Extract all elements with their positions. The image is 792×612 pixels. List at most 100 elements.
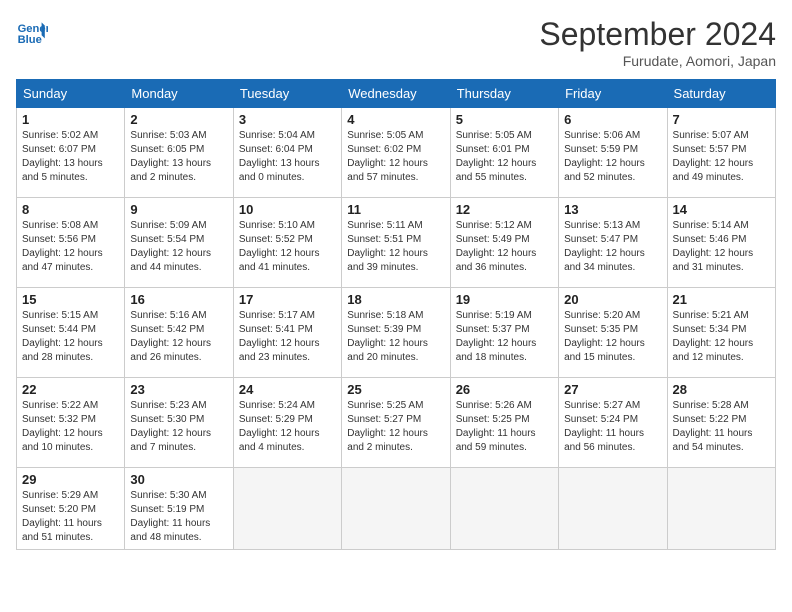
day-detail: Sunrise: 5:10 AM Sunset: 5:52 PM Dayligh… — [239, 219, 336, 275]
calendar-cell — [450, 468, 558, 550]
day-number: 19 — [456, 292, 553, 307]
calendar-cell: 14 Sunrise: 5:14 AM Sunset: 5:46 PM Dayl… — [667, 198, 775, 288]
day-number: 9 — [130, 202, 227, 217]
day-number: 3 — [239, 112, 336, 127]
calendar-header: SundayMondayTuesdayWednesdayThursdayFrid… — [17, 80, 776, 108]
calendar-cell: 15 Sunrise: 5:15 AM Sunset: 5:44 PM Dayl… — [17, 288, 125, 378]
weekday-header-tuesday: Tuesday — [233, 80, 341, 108]
calendar-week-3: 22 Sunrise: 5:22 AM Sunset: 5:32 PM Dayl… — [17, 378, 776, 468]
day-detail: Sunrise: 5:26 AM Sunset: 5:25 PM Dayligh… — [456, 399, 553, 455]
calendar-body: 1 Sunrise: 5:02 AM Sunset: 6:07 PM Dayli… — [17, 108, 776, 550]
day-detail: Sunrise: 5:05 AM Sunset: 6:01 PM Dayligh… — [456, 129, 553, 185]
calendar-cell: 29 Sunrise: 5:29 AM Sunset: 5:20 PM Dayl… — [17, 468, 125, 550]
calendar-cell: 6 Sunrise: 5:06 AM Sunset: 5:59 PM Dayli… — [559, 108, 667, 198]
weekday-header-saturday: Saturday — [667, 80, 775, 108]
day-detail: Sunrise: 5:08 AM Sunset: 5:56 PM Dayligh… — [22, 219, 119, 275]
day-detail: Sunrise: 5:28 AM Sunset: 5:22 PM Dayligh… — [673, 399, 770, 455]
logo: General Blue — [16, 16, 48, 48]
calendar-cell: 4 Sunrise: 5:05 AM Sunset: 6:02 PM Dayli… — [342, 108, 450, 198]
day-number: 7 — [673, 112, 770, 127]
calendar-cell: 1 Sunrise: 5:02 AM Sunset: 6:07 PM Dayli… — [17, 108, 125, 198]
calendar-cell: 5 Sunrise: 5:05 AM Sunset: 6:01 PM Dayli… — [450, 108, 558, 198]
day-number: 10 — [239, 202, 336, 217]
calendar-cell — [233, 468, 341, 550]
calendar-week-4: 29 Sunrise: 5:29 AM Sunset: 5:20 PM Dayl… — [17, 468, 776, 550]
day-detail: Sunrise: 5:04 AM Sunset: 6:04 PM Dayligh… — [239, 129, 336, 185]
day-detail: Sunrise: 5:09 AM Sunset: 5:54 PM Dayligh… — [130, 219, 227, 275]
day-number: 11 — [347, 202, 444, 217]
day-detail: Sunrise: 5:22 AM Sunset: 5:32 PM Dayligh… — [22, 399, 119, 455]
calendar-week-2: 15 Sunrise: 5:15 AM Sunset: 5:44 PM Dayl… — [17, 288, 776, 378]
day-detail: Sunrise: 5:14 AM Sunset: 5:46 PM Dayligh… — [673, 219, 770, 275]
weekday-header-friday: Friday — [559, 80, 667, 108]
day-detail: Sunrise: 5:07 AM Sunset: 5:57 PM Dayligh… — [673, 129, 770, 185]
calendar-cell: 25 Sunrise: 5:25 AM Sunset: 5:27 PM Dayl… — [342, 378, 450, 468]
day-number: 17 — [239, 292, 336, 307]
calendar-cell: 13 Sunrise: 5:13 AM Sunset: 5:47 PM Dayl… — [559, 198, 667, 288]
day-detail: Sunrise: 5:13 AM Sunset: 5:47 PM Dayligh… — [564, 219, 661, 275]
day-detail: Sunrise: 5:29 AM Sunset: 5:20 PM Dayligh… — [22, 489, 119, 545]
calendar-cell: 23 Sunrise: 5:23 AM Sunset: 5:30 PM Dayl… — [125, 378, 233, 468]
calendar-table: SundayMondayTuesdayWednesdayThursdayFrid… — [16, 79, 776, 550]
day-number: 5 — [456, 112, 553, 127]
day-detail: Sunrise: 5:02 AM Sunset: 6:07 PM Dayligh… — [22, 129, 119, 185]
day-number: 28 — [673, 382, 770, 397]
day-detail: Sunrise: 5:24 AM Sunset: 5:29 PM Dayligh… — [239, 399, 336, 455]
day-number: 27 — [564, 382, 661, 397]
day-number: 14 — [673, 202, 770, 217]
calendar-cell: 16 Sunrise: 5:16 AM Sunset: 5:42 PM Dayl… — [125, 288, 233, 378]
calendar-cell: 21 Sunrise: 5:21 AM Sunset: 5:34 PM Dayl… — [667, 288, 775, 378]
day-number: 13 — [564, 202, 661, 217]
calendar-cell: 12 Sunrise: 5:12 AM Sunset: 5:49 PM Dayl… — [450, 198, 558, 288]
calendar-cell: 18 Sunrise: 5:18 AM Sunset: 5:39 PM Dayl… — [342, 288, 450, 378]
weekday-header-thursday: Thursday — [450, 80, 558, 108]
calendar-cell: 2 Sunrise: 5:03 AM Sunset: 6:05 PM Dayli… — [125, 108, 233, 198]
title-block: September 2024 Furudate, Aomori, Japan — [539, 16, 776, 69]
day-number: 26 — [456, 382, 553, 397]
day-number: 20 — [564, 292, 661, 307]
weekday-header-wednesday: Wednesday — [342, 80, 450, 108]
day-number: 6 — [564, 112, 661, 127]
day-detail: Sunrise: 5:12 AM Sunset: 5:49 PM Dayligh… — [456, 219, 553, 275]
calendar-cell: 28 Sunrise: 5:28 AM Sunset: 5:22 PM Dayl… — [667, 378, 775, 468]
calendar-cell: 7 Sunrise: 5:07 AM Sunset: 5:57 PM Dayli… — [667, 108, 775, 198]
day-detail: Sunrise: 5:19 AM Sunset: 5:37 PM Dayligh… — [456, 309, 553, 365]
calendar-cell: 3 Sunrise: 5:04 AM Sunset: 6:04 PM Dayli… — [233, 108, 341, 198]
day-number: 16 — [130, 292, 227, 307]
day-number: 21 — [673, 292, 770, 307]
day-number: 2 — [130, 112, 227, 127]
location-subtitle: Furudate, Aomori, Japan — [539, 53, 776, 69]
calendar-cell — [667, 468, 775, 550]
day-detail: Sunrise: 5:15 AM Sunset: 5:44 PM Dayligh… — [22, 309, 119, 365]
calendar-cell: 26 Sunrise: 5:26 AM Sunset: 5:25 PM Dayl… — [450, 378, 558, 468]
day-number: 22 — [22, 382, 119, 397]
calendar-cell: 27 Sunrise: 5:27 AM Sunset: 5:24 PM Dayl… — [559, 378, 667, 468]
calendar-week-0: 1 Sunrise: 5:02 AM Sunset: 6:07 PM Dayli… — [17, 108, 776, 198]
day-number: 18 — [347, 292, 444, 307]
day-number: 30 — [130, 472, 227, 487]
day-detail: Sunrise: 5:30 AM Sunset: 5:19 PM Dayligh… — [130, 489, 227, 545]
day-detail: Sunrise: 5:06 AM Sunset: 5:59 PM Dayligh… — [564, 129, 661, 185]
day-number: 15 — [22, 292, 119, 307]
calendar-cell: 11 Sunrise: 5:11 AM Sunset: 5:51 PM Dayl… — [342, 198, 450, 288]
calendar-cell: 19 Sunrise: 5:19 AM Sunset: 5:37 PM Dayl… — [450, 288, 558, 378]
svg-text:Blue: Blue — [18, 34, 42, 46]
day-detail: Sunrise: 5:05 AM Sunset: 6:02 PM Dayligh… — [347, 129, 444, 185]
calendar-week-1: 8 Sunrise: 5:08 AM Sunset: 5:56 PM Dayli… — [17, 198, 776, 288]
day-number: 8 — [22, 202, 119, 217]
weekday-header-sunday: Sunday — [17, 80, 125, 108]
day-detail: Sunrise: 5:11 AM Sunset: 5:51 PM Dayligh… — [347, 219, 444, 275]
calendar-cell: 24 Sunrise: 5:24 AM Sunset: 5:29 PM Dayl… — [233, 378, 341, 468]
calendar-cell: 22 Sunrise: 5:22 AM Sunset: 5:32 PM Dayl… — [17, 378, 125, 468]
day-detail: Sunrise: 5:18 AM Sunset: 5:39 PM Dayligh… — [347, 309, 444, 365]
calendar-cell — [559, 468, 667, 550]
calendar-cell: 20 Sunrise: 5:20 AM Sunset: 5:35 PM Dayl… — [559, 288, 667, 378]
day-detail: Sunrise: 5:17 AM Sunset: 5:41 PM Dayligh… — [239, 309, 336, 365]
calendar-cell: 9 Sunrise: 5:09 AM Sunset: 5:54 PM Dayli… — [125, 198, 233, 288]
day-detail: Sunrise: 5:20 AM Sunset: 5:35 PM Dayligh… — [564, 309, 661, 365]
page-header: General Blue September 2024 Furudate, Ao… — [16, 16, 776, 69]
day-detail: Sunrise: 5:23 AM Sunset: 5:30 PM Dayligh… — [130, 399, 227, 455]
calendar-cell: 17 Sunrise: 5:17 AM Sunset: 5:41 PM Dayl… — [233, 288, 341, 378]
day-number: 4 — [347, 112, 444, 127]
logo-icon: General Blue — [16, 16, 48, 48]
